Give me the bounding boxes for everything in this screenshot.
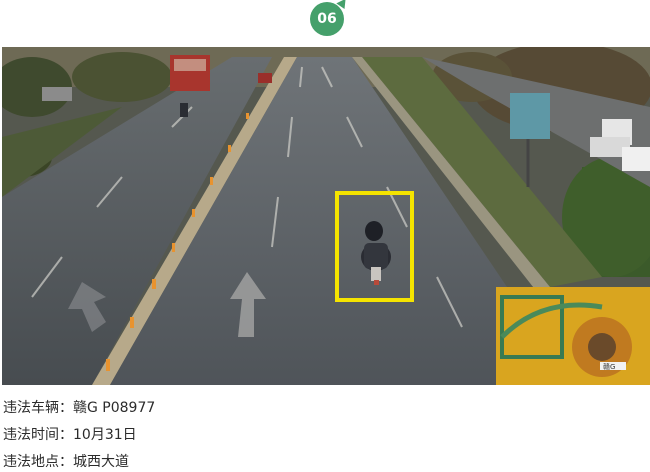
violation-vehicle-line: 违法车辆：赣G P08977	[3, 397, 155, 417]
location-value: 城西大道	[73, 454, 129, 470]
time-label: 违法时间：	[3, 427, 73, 443]
section-number: 06	[317, 11, 337, 27]
vehicle-value: 赣G P08977	[73, 400, 156, 416]
time-value: 10月31日	[73, 427, 137, 443]
violation-time-line: 违法时间：10月31日	[3, 424, 137, 444]
section-number-badge: 06	[310, 2, 344, 36]
truck-plate-text: 赣G	[603, 362, 615, 371]
vehicle-label: 违法车辆：	[3, 400, 73, 416]
traffic-camera-photo: 赣G	[2, 47, 650, 385]
location-label: 违法地点：	[3, 454, 73, 470]
violation-location-line: 违法地点：城西大道	[3, 451, 129, 471]
